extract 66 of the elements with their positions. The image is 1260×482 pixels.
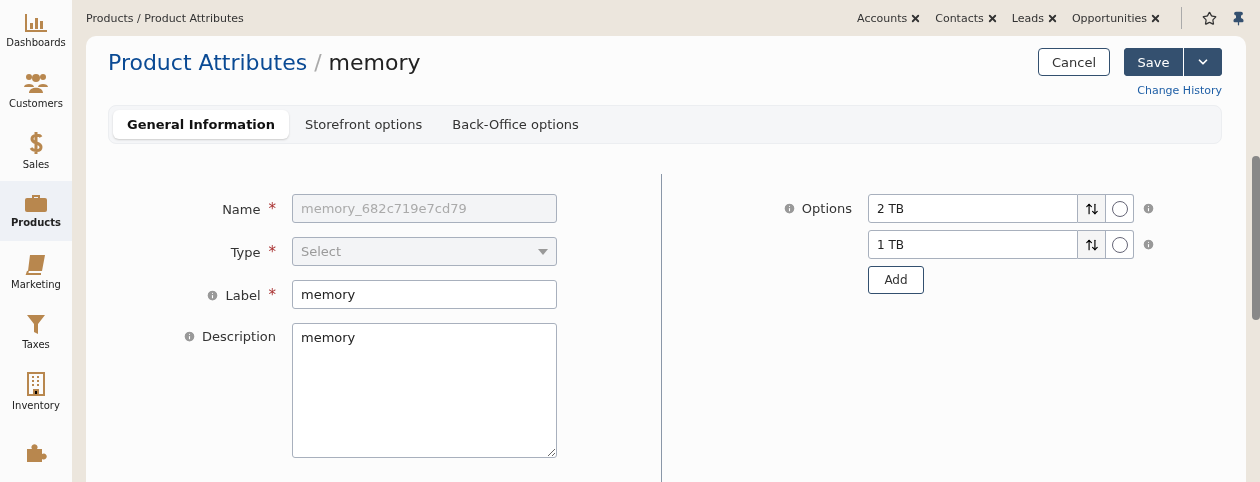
- recent-tab-link[interactable]: Leads: [1011, 11, 1044, 25]
- info-icon: [182, 330, 196, 343]
- title-link[interactable]: Product Attributes: [108, 50, 308, 75]
- tab[interactable]: Back-Office options: [438, 110, 593, 139]
- sidebar-item[interactable]: Customers: [0, 60, 72, 121]
- field-label: Type: [230, 244, 261, 260]
- page-title: Product Attributes / memory: [108, 50, 421, 75]
- building-icon: [27, 372, 45, 397]
- required-mark: *: [268, 200, 276, 218]
- briefcase-icon: [24, 193, 48, 214]
- info-icon: [1142, 202, 1155, 215]
- sidebar-label: Taxes: [22, 338, 50, 350]
- radio-button[interactable]: [1111, 200, 1128, 217]
- close-icon[interactable]: [910, 12, 922, 24]
- field-label: Label: [225, 287, 261, 303]
- tab[interactable]: Storefront options: [291, 110, 437, 139]
- star-icon[interactable]: [1202, 10, 1217, 26]
- required-mark: *: [268, 286, 276, 304]
- funnel-icon: [26, 312, 46, 335]
- option-field[interactable]: 2 TB: [868, 194, 1078, 223]
- sidebar-item[interactable]: Dashboards: [0, 0, 72, 61]
- up-down-arrow-icon: [1084, 237, 1099, 252]
- info-icon: [1142, 238, 1155, 251]
- sidebar-label: Inventory: [12, 400, 60, 412]
- close-icon[interactable]: [1150, 12, 1161, 24]
- dollar-icon: [28, 131, 44, 156]
- save-button[interactable]: Save: [1124, 48, 1184, 76]
- info-icon: [206, 288, 220, 302]
- book-icon: [25, 252, 47, 275]
- sidebar-label: Dashboards: [6, 36, 66, 48]
- sidebar-item[interactable]: Products: [0, 180, 72, 241]
- sidebar-label: Products: [10, 217, 62, 229]
- add-button[interactable]: Add: [868, 266, 924, 294]
- recent-tab-link[interactable]: Accounts: [857, 11, 908, 25]
- info-icon: [782, 202, 796, 215]
- text-field[interactable]: memory: [292, 280, 557, 309]
- sidebar-item[interactable]: Taxes: [0, 301, 72, 362]
- field-label: Options: [801, 201, 852, 216]
- scrollbar[interactable]: [1252, 156, 1260, 320]
- field-label: Description: [201, 329, 276, 344]
- breadcrumb: Products / Product Attributes: [86, 11, 245, 25]
- pin-icon[interactable]: [1231, 10, 1246, 26]
- change-history-link[interactable]: Change History: [1137, 84, 1222, 97]
- reorder-button[interactable]: [1078, 194, 1106, 223]
- required-mark: *: [268, 243, 276, 261]
- sidebar-item[interactable]: Inventory: [0, 361, 72, 422]
- cancel-button[interactable]: Cancel: [1038, 48, 1110, 76]
- sidebar-label: Marketing: [11, 278, 61, 290]
- field-label: Name: [222, 201, 261, 217]
- tab[interactable]: General Information: [113, 110, 289, 139]
- close-icon[interactable]: [986, 12, 998, 24]
- recent-tab-link[interactable]: Opportunities: [1071, 11, 1147, 25]
- recent-tab-link[interactable]: Contacts: [935, 11, 984, 25]
- option-field[interactable]: 1 TB: [868, 230, 1078, 259]
- sidebar-label: Sales: [22, 159, 50, 171]
- sidebar-item[interactable]: Marketing: [0, 241, 72, 302]
- bar-chart-icon: [24, 12, 48, 33]
- sidebar-label: Customers: [9, 97, 63, 109]
- people-icon: [23, 71, 49, 94]
- textarea-field[interactable]: memory: [292, 323, 557, 458]
- radio-button[interactable]: [1111, 236, 1128, 253]
- reorder-button[interactable]: [1078, 230, 1106, 259]
- caret-icon: [538, 248, 548, 255]
- close-icon[interactable]: [1046, 12, 1058, 24]
- sidebar-item[interactable]: Sales: [0, 120, 72, 181]
- up-down-arrow-icon: [1084, 201, 1099, 216]
